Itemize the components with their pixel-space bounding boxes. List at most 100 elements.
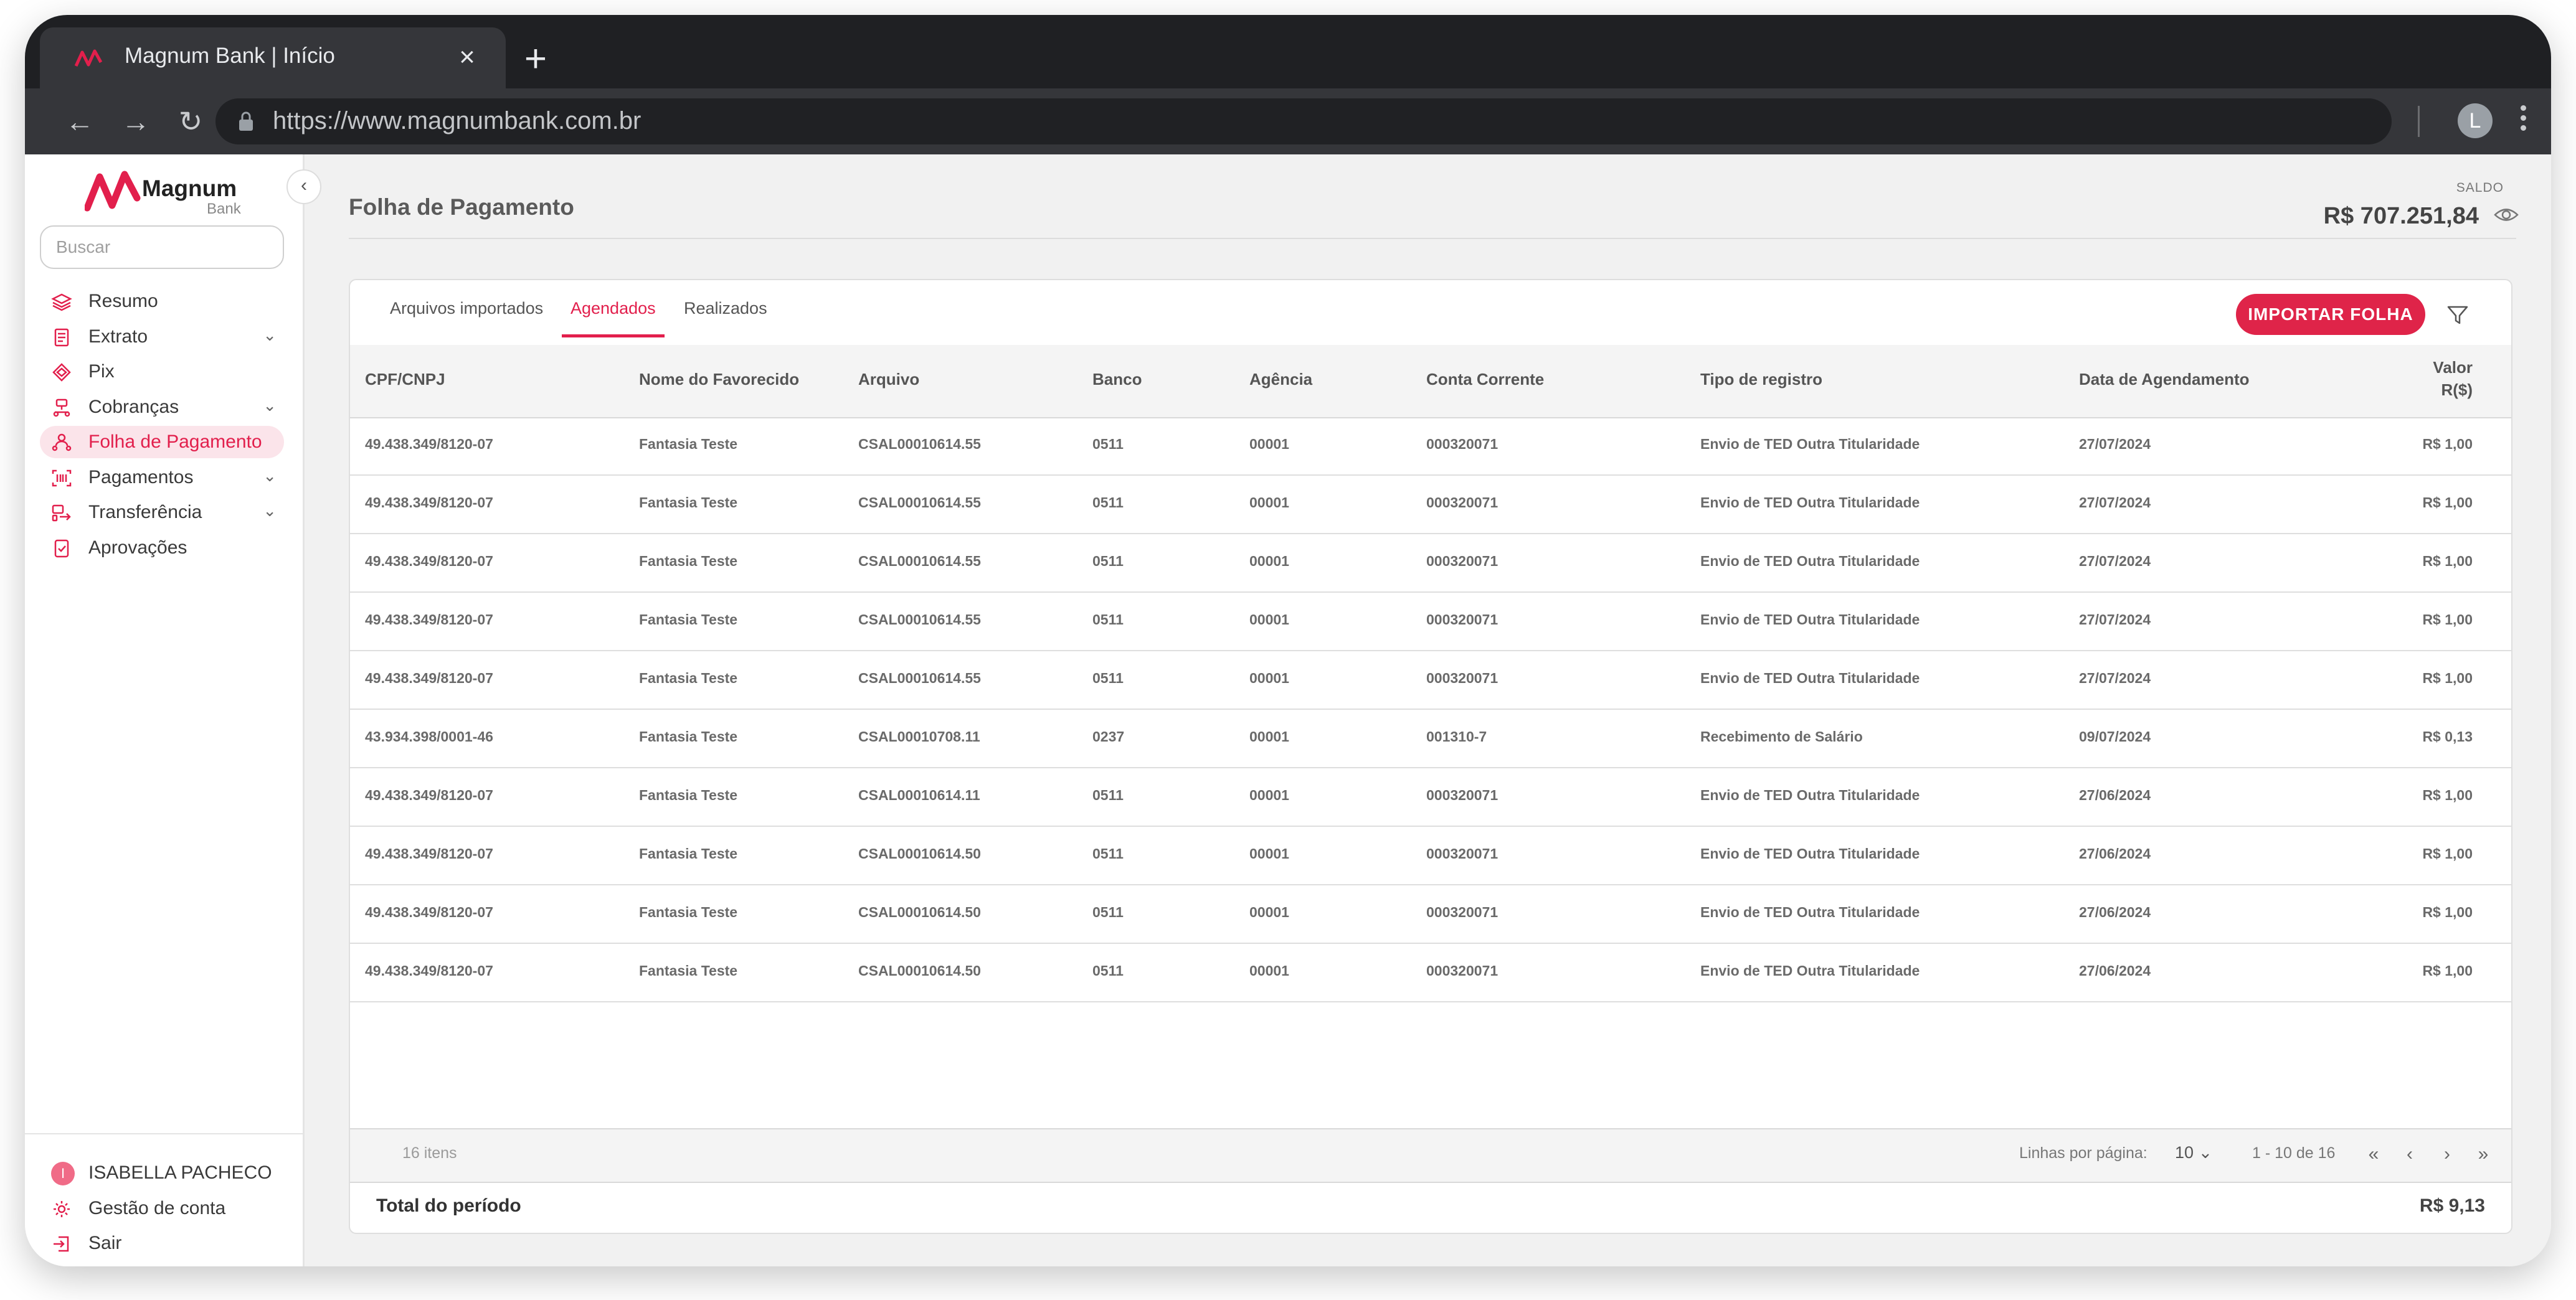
cell-arquivo: CSAL00010614.50 (858, 904, 981, 920)
cell-banco: 0237 (1092, 728, 1125, 745)
tab-title: Magnum Bank | Início (125, 44, 335, 68)
cell-agencia: 00001 (1249, 787, 1289, 803)
table-row[interactable]: 43.934.398/0001-46 Fantasia Teste CSAL0001… (350, 710, 2511, 768)
close-tab-icon[interactable]: × (448, 39, 486, 76)
sidebar-item-extrato[interactable]: Extrato ⌄ (40, 321, 284, 353)
cell-favorecido: Fantasia Teste (639, 963, 738, 979)
table-row[interactable]: 49.438.349/8120-07 Fantasia Teste CSAL0001… (350, 885, 2511, 944)
sidebar-item-label: Pix (88, 361, 115, 382)
cell-cpf-cnpj: 49.438.349/8120-07 (365, 963, 493, 979)
app: Magnum Bank ‹ Resumo Extrato ⌄ Pix (25, 154, 2551, 1266)
cell-agencia: 00001 (1249, 553, 1289, 569)
cell-data-agendamento: 27/07/2024 (2079, 553, 2151, 569)
tab-agendados[interactable]: Agendados (562, 299, 665, 337)
cell-tipo-registro: Envio de TED Outra Titularidade (1700, 787, 1920, 803)
table-row[interactable]: 49.438.349/8120-07 Fantasia Teste CSAL0001… (350, 417, 2511, 476)
column-header-valor[interactable]: Valor R($) (2433, 356, 2473, 401)
table-row[interactable]: 49.438.349/8120-07 Fantasia Teste CSAL0001… (350, 827, 2511, 885)
cell-valor: R$ 1,00 (2422, 553, 2473, 569)
column-header[interactable]: CPF/CNPJ (365, 370, 445, 389)
sidebar-item-pix[interactable]: Pix (40, 356, 284, 388)
new-tab-icon[interactable]: + (511, 37, 561, 87)
sidebar-item-pagamentos[interactable]: Pagamentos ⌄ (40, 461, 284, 494)
cell-valor: R$ 0,13 (2422, 728, 2473, 745)
filter-icon[interactable] (2445, 303, 2470, 327)
table-row[interactable]: 49.438.349/8120-07 Fantasia Teste CSAL0001… (350, 944, 2511, 1002)
cell-conta-corrente: 000320071 (1426, 787, 1499, 803)
table-row[interactable]: 49.438.349/8120-07 Fantasia Teste CSAL0001… (350, 768, 2511, 827)
cell-data-agendamento: 27/06/2024 (2079, 963, 2151, 979)
address-bar[interactable]: https://www.magnumbank.com.br (215, 98, 2392, 144)
cell-agencia: 00001 (1249, 611, 1289, 628)
column-header[interactable]: Conta Corrente (1426, 370, 1544, 389)
reload-icon[interactable]: ↻ (172, 103, 209, 141)
sidebar-item-label: Resumo (88, 291, 158, 311)
cell-valor: R$ 1,00 (2422, 904, 2473, 920)
sidebar-item-sair[interactable]: Sair (40, 1227, 284, 1260)
cell-agencia: 00001 (1249, 845, 1289, 862)
page-range: 1 - 10 de 16 (2252, 1144, 2336, 1162)
sidebar-item-transferencia[interactable]: Transferência ⌄ (40, 496, 284, 529)
next-page-icon[interactable]: › (2433, 1141, 2461, 1169)
column-header[interactable]: Agência (1249, 370, 1312, 389)
cell-valor: R$ 1,00 (2422, 670, 2473, 686)
sidebar-item-cobrancas[interactable]: Cobranças ⌄ (40, 391, 284, 423)
cell-arquivo: CSAL00010614.55 (858, 436, 981, 452)
cell-tipo-registro: Envio de TED Outra Titularidade (1700, 494, 1920, 511)
last-page-icon[interactable]: » (2469, 1141, 2498, 1169)
cell-conta-corrente: 000320071 (1426, 611, 1499, 628)
import-folha-button[interactable]: IMPORTAR FOLHA (2236, 294, 2425, 335)
first-page-icon[interactable]: « (2359, 1141, 2388, 1169)
tab-arquivos-importados[interactable]: Arquivos importados (390, 299, 543, 334)
column-header[interactable]: Data de Agendamento (2079, 370, 2250, 389)
column-header[interactable]: Nome do Favorecido (639, 370, 799, 389)
tab-realizados[interactable]: Realizados (684, 299, 767, 334)
sidebar-item-gestao-de-conta[interactable]: Gestão de conta (40, 1192, 284, 1225)
table-row[interactable]: 49.438.349/8120-07 Fantasia Teste CSAL0001… (350, 476, 2511, 534)
sidebar-item-folha-de-pagamento[interactable]: Folha de Pagamento (40, 426, 284, 458)
cell-cpf-cnpj: 49.438.349/8120-07 (365, 670, 493, 686)
user-profile-item[interactable]: I ISABELLA PACHECO (40, 1157, 284, 1189)
column-header[interactable]: Tipo de registro (1700, 370, 1822, 389)
forward-icon[interactable]: → (117, 103, 154, 141)
document-list-icon (54, 328, 69, 346)
column-header[interactable]: Banco (1092, 370, 1142, 389)
table-row[interactable]: 49.438.349/8120-07 Fantasia Teste CSAL0001… (350, 534, 2511, 593)
search-input[interactable] (40, 225, 284, 269)
tab-strip: Magnum Bank | Início × + (25, 15, 2551, 88)
rows-per-page-select[interactable]: 10 ⌄ (2175, 1143, 2212, 1162)
cell-conta-corrente: 000320071 (1426, 436, 1499, 452)
cell-agencia: 00001 (1249, 436, 1289, 452)
cell-valor: R$ 1,00 (2422, 845, 2473, 862)
profile-avatar[interactable]: L (2458, 103, 2493, 138)
cell-agencia: 00001 (1249, 670, 1289, 686)
column-header[interactable]: Arquivo (858, 370, 919, 389)
cell-conta-corrente: 000320071 (1426, 845, 1499, 862)
back-icon[interactable]: ← (61, 103, 98, 141)
magnum-logo[interactable]: Magnum Bank (85, 169, 272, 225)
prev-page-icon[interactable]: ‹ (2395, 1141, 2424, 1169)
collapse-sidebar-icon[interactable]: ‹ (286, 169, 321, 204)
logo-sub: Bank (207, 200, 241, 217)
payroll-icon (52, 433, 72, 451)
cell-data-agendamento: 27/07/2024 (2079, 670, 2151, 686)
cell-agencia: 00001 (1249, 494, 1289, 511)
table-row[interactable]: 49.438.349/8120-07 Fantasia Teste CSAL0001… (350, 593, 2511, 651)
cell-arquivo: CSAL00010614.55 (858, 670, 981, 686)
sidebar-item-label: Extrato (88, 326, 148, 347)
sidebar-item-resumo[interactable]: Resumo (40, 285, 284, 318)
cell-tipo-registro: Envio de TED Outra Titularidade (1700, 611, 1920, 628)
cell-conta-corrente: 001310-7 (1426, 728, 1487, 745)
table-header: CPF/CNPJ Nome do Favorecido Arquivo Banc… (350, 345, 2511, 418)
approval-icon (54, 539, 69, 557)
sidebar-item-label: Aprovações (88, 537, 187, 558)
browser-menu-icon[interactable] (2514, 101, 2532, 141)
eye-icon[interactable] (2494, 205, 2519, 224)
logout-icon (54, 1236, 69, 1252)
sidebar-item-aprovacoes[interactable]: Aprovações (40, 532, 284, 564)
browser-tab[interactable]: Magnum Bank | Início × (40, 27, 506, 88)
cell-favorecido: Fantasia Teste (639, 494, 738, 511)
cell-cpf-cnpj: 49.438.349/8120-07 (365, 611, 493, 628)
table-row[interactable]: 49.438.349/8120-07 Fantasia Teste CSAL0001… (350, 651, 2511, 710)
browser-toolbar: ← → ↻ https://www.magnumbank.com.br L (25, 88, 2551, 154)
